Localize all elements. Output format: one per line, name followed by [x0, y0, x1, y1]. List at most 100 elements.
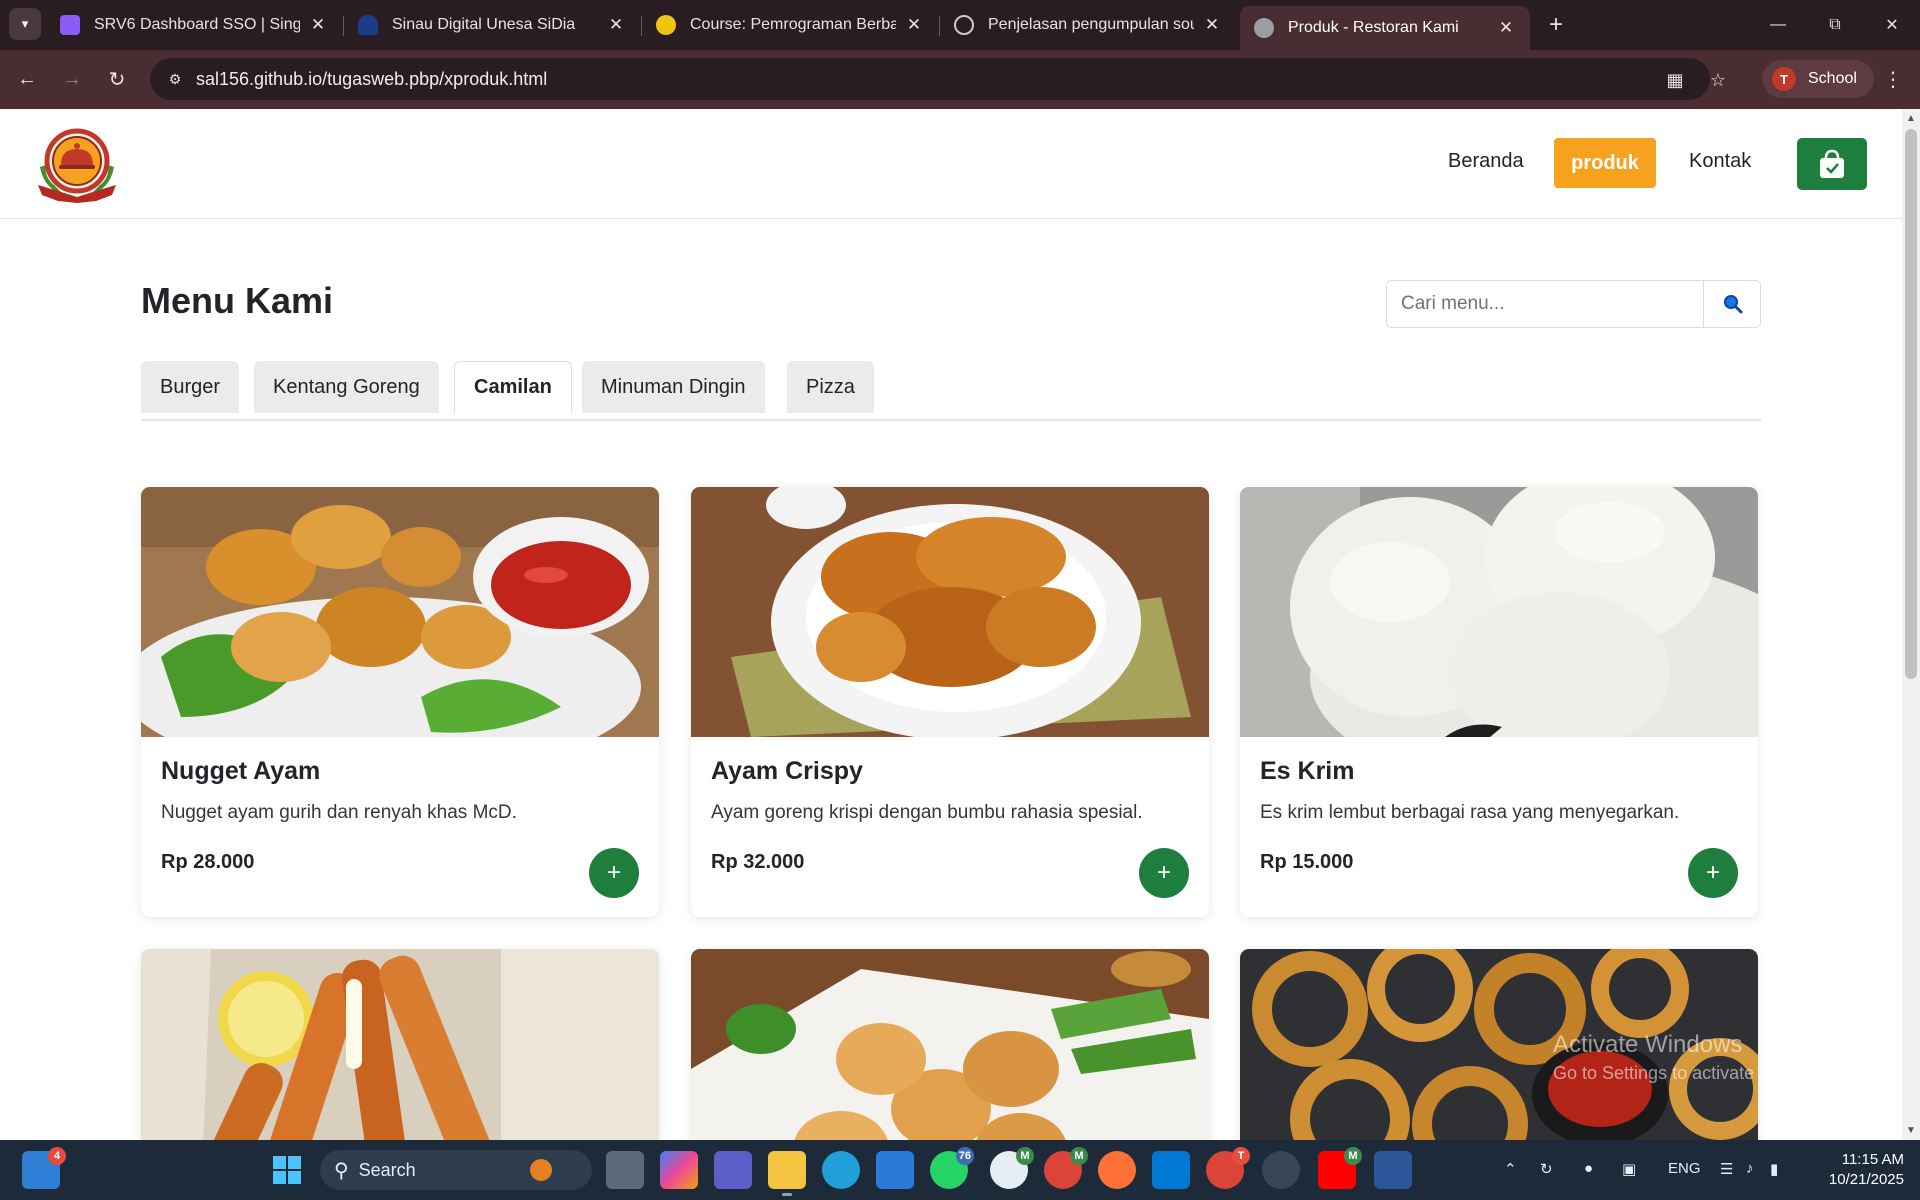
tab-kentang-goreng[interactable]: Kentang Goreng	[254, 361, 439, 413]
edge-icon[interactable]	[822, 1151, 860, 1189]
task-view-icon[interactable]	[606, 1151, 644, 1189]
running-indicator	[782, 1193, 792, 1196]
chicken-pops-image	[691, 949, 1209, 1140]
close-tab-icon[interactable]: ✕	[1200, 13, 1224, 37]
start-windows-icon[interactable]	[268, 1151, 306, 1189]
chrome-active-icon[interactable]: T	[1206, 1147, 1250, 1189]
chrome-icon[interactable]: M	[1044, 1147, 1088, 1189]
browser-tab-chatgpt[interactable]: Penjelasan pengumpulan sourc ✕	[940, 6, 1236, 44]
close-tab-icon[interactable]: ✕	[902, 13, 926, 37]
browser-tab-bar: ▾ SRV6 Dashboard SSO | Single Si ✕ Sinau…	[0, 0, 1920, 50]
nugget-image	[141, 487, 659, 737]
site-header: Beranda produk Kontak	[0, 109, 1902, 219]
bookmark-star-icon[interactable]: ☆	[1705, 67, 1731, 93]
product-card	[691, 949, 1209, 1140]
tab-minuman-dingin[interactable]: Minuman Dingin	[582, 361, 765, 413]
restore-window-icon[interactable]: ⧉	[1806, 0, 1864, 50]
browser-tab-course[interactable]: Course: Pemrograman Berbasis ✕	[642, 6, 938, 44]
scrollbar-thumb[interactable]	[1905, 129, 1917, 679]
tab-pizza[interactable]: Pizza	[787, 361, 874, 413]
teams-icon[interactable]	[714, 1151, 752, 1189]
product-price: Rp 28.000	[161, 851, 255, 873]
battery-icon[interactable]: ▮	[1770, 1160, 1778, 1178]
category-tabs: Burger Kentang Goreng Camilan Minuman Di…	[141, 361, 1761, 421]
youtube-icon[interactable]: M	[1318, 1147, 1362, 1189]
obs-icon[interactable]	[1262, 1151, 1300, 1189]
microsoft-store-icon[interactable]	[876, 1151, 914, 1189]
close-tab-icon[interactable]: ✕	[306, 13, 330, 37]
unesa-favicon-icon	[656, 15, 676, 35]
vscode-icon[interactable]	[1152, 1151, 1190, 1189]
browser-tab-srv6[interactable]: SRV6 Dashboard SSO | Single Si ✕	[46, 6, 342, 44]
profile-button[interactable]: T School	[1762, 60, 1874, 98]
firefox-icon[interactable]	[1098, 1151, 1136, 1189]
sync-icon[interactable]: ↻	[1540, 1160, 1553, 1178]
widgets-icon[interactable]: 4	[22, 1147, 66, 1189]
language-indicator[interactable]: ENG	[1668, 1160, 1701, 1177]
search-button[interactable]	[1703, 281, 1761, 327]
product-description: Es krim lembut berbagai rasa yang menyeg…	[1260, 802, 1680, 823]
browser-menu-icon[interactable]: ⋮	[1878, 64, 1908, 94]
browser-tab-sidia[interactable]: Sinau Digital Unesa SiDia ✕	[344, 6, 640, 44]
tab-title: Course: Pemrograman Berbasis	[690, 16, 896, 33]
whatsapp-icon[interactable]: 76	[930, 1147, 974, 1189]
clock-time: 11:15 AM	[1841, 1151, 1904, 1168]
notification-badge: 4	[48, 1147, 66, 1165]
page-viewport: Beranda produk Kontak Menu Kami Burger K…	[0, 109, 1902, 1140]
nav-link-kontak[interactable]: Kontak	[1689, 150, 1751, 173]
site-info-icon[interactable]: ⚙	[164, 68, 186, 90]
copilot-icon[interactable]	[660, 1151, 698, 1189]
reload-icon[interactable]: ↻	[100, 62, 134, 96]
tab-camilan[interactable]: Camilan	[454, 361, 572, 413]
file-explorer-icon[interactable]	[768, 1151, 806, 1196]
profile-t-badge: T	[1232, 1147, 1250, 1165]
page-scrollbar[interactable]: ▲ ▼	[1902, 109, 1920, 1140]
tab-burger[interactable]: Burger	[141, 361, 240, 413]
minimize-window-icon[interactable]: —	[1749, 0, 1807, 50]
taskbar-search-label: Search	[358, 1159, 416, 1180]
browser-tab-produk[interactable]: Produk - Restoran Kami ✕	[1240, 6, 1530, 50]
translate-icon[interactable]: ▦	[1662, 67, 1688, 93]
product-card: Ayam Crispy Ayam goreng krispi dengan bu…	[691, 487, 1209, 917]
search-icon: ⚲	[334, 1159, 349, 1182]
basketball-icon	[530, 1159, 552, 1181]
back-arrow-icon[interactable]: ←	[10, 62, 44, 96]
product-description: Nugget ayam gurih dan renyah khas McD.	[161, 802, 517, 823]
cart-button[interactable]	[1797, 138, 1867, 190]
word-icon[interactable]	[1374, 1151, 1412, 1189]
system-clock[interactable]: 11:15 AM 10/21/2025	[1812, 1150, 1904, 1190]
tab-search-dropdown-icon[interactable]: ▾	[9, 8, 41, 40]
browser-toolbar: ← → ↻ ⚙ sal156.github.io/tugasweb.pbp/xp…	[0, 50, 1920, 109]
tray-chevron-up-icon[interactable]: ⌃	[1504, 1160, 1517, 1178]
scroll-up-arrow-icon[interactable]: ▲	[1906, 113, 1916, 124]
github-icon[interactable]: M	[990, 1147, 1034, 1189]
add-to-cart-button[interactable]: +	[589, 848, 639, 898]
close-tab-icon[interactable]: ✕	[604, 13, 628, 37]
search-input[interactable]	[1387, 281, 1703, 327]
ice-cream-image	[1240, 487, 1758, 737]
tab-title: Penjelasan pengumpulan sourc	[988, 16, 1194, 33]
microphone-icon[interactable]: ●	[1584, 1160, 1593, 1177]
nav-link-beranda[interactable]: Beranda	[1448, 150, 1524, 173]
scroll-down-arrow-icon[interactable]: ▼	[1906, 1125, 1916, 1136]
volume-icon[interactable]: ♪	[1746, 1160, 1754, 1177]
add-to-cart-button[interactable]: +	[1688, 848, 1738, 898]
page-title: Menu Kami	[141, 280, 334, 321]
url-text[interactable]: sal156.github.io/tugasweb.pbp/xproduk.ht…	[196, 69, 547, 90]
product-card: Nugget Ayam Nugget ayam gurih dan renyah…	[141, 487, 659, 917]
product-description: Ayam goreng krispi dengan bumbu rahasia …	[711, 802, 1143, 823]
close-tab-icon[interactable]: ✕	[1494, 16, 1518, 40]
new-tab-plus-icon[interactable]: +	[1541, 10, 1571, 40]
forward-arrow-icon[interactable]: →	[55, 62, 89, 96]
wifi-icon[interactable]: ☰	[1720, 1160, 1733, 1178]
srv6-favicon-icon	[60, 15, 80, 35]
address-bar[interactable]: ⚙ sal156.github.io/tugasweb.pbp/xproduk.…	[150, 58, 1710, 100]
product-name: Ayam Crispy	[711, 757, 863, 785]
close-window-icon[interactable]: ✕	[1863, 0, 1920, 50]
restaurant-logo-icon[interactable]	[34, 127, 120, 203]
nav-link-produk[interactable]: produk	[1554, 138, 1656, 188]
tray-app-icon[interactable]: ▣	[1622, 1160, 1636, 1178]
taskbar-search-box[interactable]: ⚲ Search	[320, 1150, 592, 1190]
add-to-cart-button[interactable]: +	[1139, 848, 1189, 898]
globe-favicon-icon	[1254, 18, 1274, 38]
